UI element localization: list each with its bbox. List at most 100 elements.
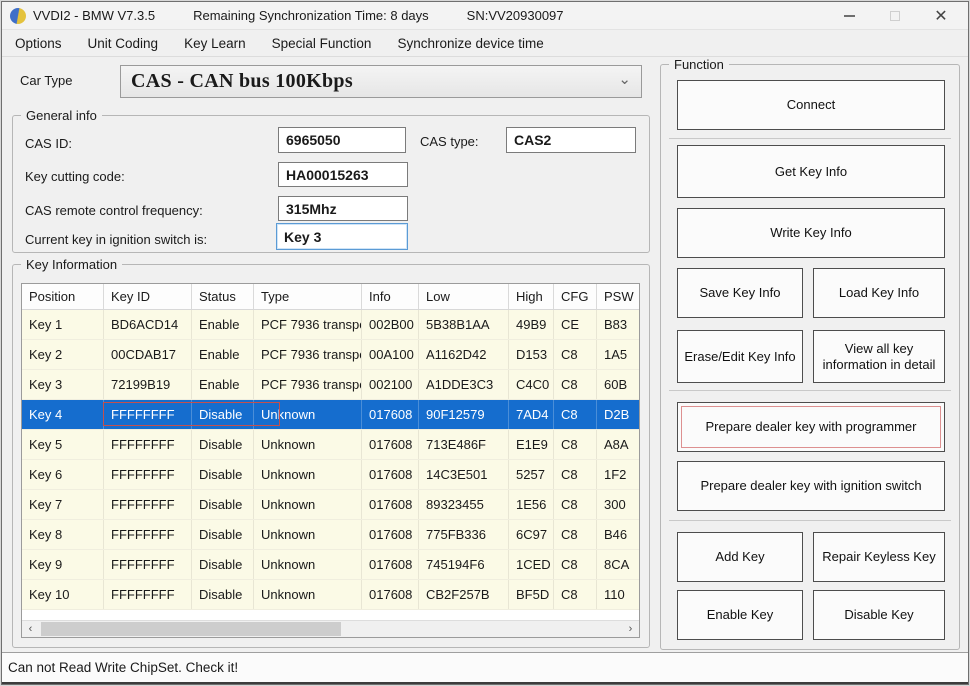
column-header-type[interactable]: Type — [254, 284, 362, 309]
table-cell: 775FB336 — [419, 520, 509, 549]
current-key-field: Key 3 — [276, 223, 408, 250]
function-group: Function Connect Get Key Info Write Key … — [660, 64, 960, 650]
table-row-key-7[interactable]: Key 7FFFFFFFFDisableUnknown0176088932345… — [22, 490, 639, 520]
scroll-right-icon[interactable]: › — [622, 621, 639, 637]
view-all-key-detail-button[interactable]: View all key information in detail — [813, 330, 945, 383]
save-key-info-button[interactable]: Save Key Info — [677, 268, 803, 318]
window-controls: ✕ — [826, 2, 964, 30]
separator — [669, 390, 951, 391]
table-cell: Key 5 — [22, 430, 104, 459]
table-row-key-6[interactable]: Key 6FFFFFFFFDisableUnknown01760814C3E50… — [22, 460, 639, 490]
column-header-position[interactable]: Position — [22, 284, 104, 309]
cas-id-field: 6965050 — [278, 127, 406, 153]
table-cell: 89323455 — [419, 490, 509, 519]
menu-item-synchronize-device-time[interactable]: Synchronize device time — [397, 36, 543, 51]
close-icon: ✕ — [934, 6, 947, 26]
table-row-key-3[interactable]: Key 372199B19EnablePCF 7936 transponder0… — [22, 370, 639, 400]
table-cell: Unknown — [254, 430, 362, 459]
table-row-key-9[interactable]: Key 9FFFFFFFFDisableUnknown017608745194F… — [22, 550, 639, 580]
table-cell: C8 — [554, 430, 597, 459]
table-row-key-4[interactable]: Key 4FFFFFFFFDisableUnknown01760890F1257… — [22, 400, 639, 430]
separator — [669, 520, 951, 521]
erase-edit-key-info-button[interactable]: Erase/Edit Key Info — [677, 330, 803, 383]
table-cell: A1162D42 — [419, 340, 509, 369]
table-row-key-5[interactable]: Key 5FFFFFFFFDisableUnknown017608713E486… — [22, 430, 639, 460]
enable-key-button[interactable]: Enable Key — [677, 590, 803, 640]
table-row-key-8[interactable]: Key 8FFFFFFFFDisableUnknown017608775FB33… — [22, 520, 639, 550]
table-cell: B46 — [597, 520, 640, 549]
table-cell: C8 — [554, 460, 597, 489]
window-title: VVDI2 - BMW V7.3.5 — [33, 8, 155, 23]
write-key-info-button[interactable]: Write Key Info — [677, 208, 945, 258]
table-cell: FFFFFFFF — [104, 490, 192, 519]
table-cell: Enable — [192, 340, 254, 369]
column-header-info[interactable]: Info — [362, 284, 419, 309]
column-header-cfg[interactable]: CFG — [554, 284, 597, 309]
table-cell: D2B — [597, 400, 640, 429]
add-key-button[interactable]: Add Key — [677, 532, 803, 582]
table-cell: 017608 — [362, 430, 419, 459]
table-cell: 5B38B1AA — [419, 310, 509, 339]
table-cell: C8 — [554, 550, 597, 579]
column-header-status[interactable]: Status — [192, 284, 254, 309]
table-cell: 14C3E501 — [419, 460, 509, 489]
table-cell: FFFFFFFF — [104, 430, 192, 459]
table-cell: 00CDAB17 — [104, 340, 192, 369]
menu-item-unit-coding[interactable]: Unit Coding — [88, 36, 159, 51]
table-cell: Key 6 — [22, 460, 104, 489]
scroll-left-icon[interactable]: ‹ — [22, 621, 39, 637]
table-row-key-2[interactable]: Key 200CDAB17EnablePCF 7936 transponder0… — [22, 340, 639, 370]
get-key-info-button[interactable]: Get Key Info — [677, 145, 945, 198]
table-cell: Key 8 — [22, 520, 104, 549]
disable-key-button[interactable]: Disable Key — [813, 590, 945, 640]
repair-keyless-key-button[interactable]: Repair Keyless Key — [813, 532, 945, 582]
key-table-header: PositionKey IDStatusTypeInfoLowHighCFGPS… — [22, 284, 639, 310]
function-title: Function — [669, 57, 729, 72]
table-cell: Unknown — [254, 400, 362, 429]
column-header-key-id[interactable]: Key ID — [104, 284, 192, 309]
prepare-dealer-key-ignition-button[interactable]: Prepare dealer key with ignition switch — [677, 461, 945, 511]
maximize-icon — [890, 11, 900, 21]
scrollbar-track[interactable] — [39, 621, 622, 637]
column-header-psw[interactable]: PSW — [597, 284, 640, 309]
cas-id-label: CAS ID: — [25, 136, 72, 151]
menu-item-options[interactable]: Options — [15, 36, 62, 51]
table-cell: CE — [554, 310, 597, 339]
car-type-dropdown[interactable]: CAS - CAN bus 100Kbps ⌄ — [120, 65, 642, 98]
table-cell: C8 — [554, 400, 597, 429]
app-window: VVDI2 - BMW V7.3.5 Remaining Synchroniza… — [1, 1, 969, 685]
table-row-key-10[interactable]: Key 10FFFFFFFFDisableUnknown017608CB2F25… — [22, 580, 639, 610]
table-cell: Disable — [192, 460, 254, 489]
general-info-group: General info CAS ID: 6965050 CAS type: C… — [12, 115, 650, 253]
menu-item-special-function[interactable]: Special Function — [272, 36, 372, 51]
minimize-button[interactable] — [826, 2, 872, 30]
column-header-low[interactable]: Low — [419, 284, 509, 309]
table-cell: C8 — [554, 520, 597, 549]
connect-button[interactable]: Connect — [677, 80, 945, 130]
scrollbar-thumb[interactable] — [41, 622, 341, 636]
cas-type-field: CAS2 — [506, 127, 636, 153]
app-logo-icon — [10, 8, 26, 24]
prepare-dealer-key-programmer-button[interactable]: Prepare dealer key with programmer — [677, 402, 945, 452]
table-cell: A1DDE3C3 — [419, 370, 509, 399]
column-header-high[interactable]: High — [509, 284, 554, 309]
close-button[interactable]: ✕ — [918, 2, 964, 30]
chevron-down-icon: ⌄ — [618, 70, 631, 88]
load-key-info-button[interactable]: Load Key Info — [813, 268, 945, 318]
serial-number-text: SN:VV20930097 — [467, 8, 564, 23]
table-cell: 110 — [597, 580, 640, 609]
remote-frequency-field: 315Mhz — [278, 196, 408, 221]
table-cell: D153 — [509, 340, 554, 369]
table-cell: Key 7 — [22, 490, 104, 519]
car-type-label: Car Type — [20, 73, 73, 88]
table-row-key-1[interactable]: Key 1BD6ACD14EnablePCF 7936 transponder0… — [22, 310, 639, 340]
horizontal-scrollbar[interactable]: ‹ › — [22, 620, 639, 637]
table-cell: Disable — [192, 520, 254, 549]
table-cell: Disable — [192, 550, 254, 579]
table-cell: 017608 — [362, 520, 419, 549]
main-area: Car Type CAS - CAN bus 100Kbps ⌄ General… — [2, 57, 968, 652]
menu-item-key-learn[interactable]: Key Learn — [184, 36, 246, 51]
maximize-button[interactable] — [872, 2, 918, 30]
current-key-label: Current key in ignition switch is: — [25, 232, 207, 247]
table-cell: 002B00 — [362, 310, 419, 339]
